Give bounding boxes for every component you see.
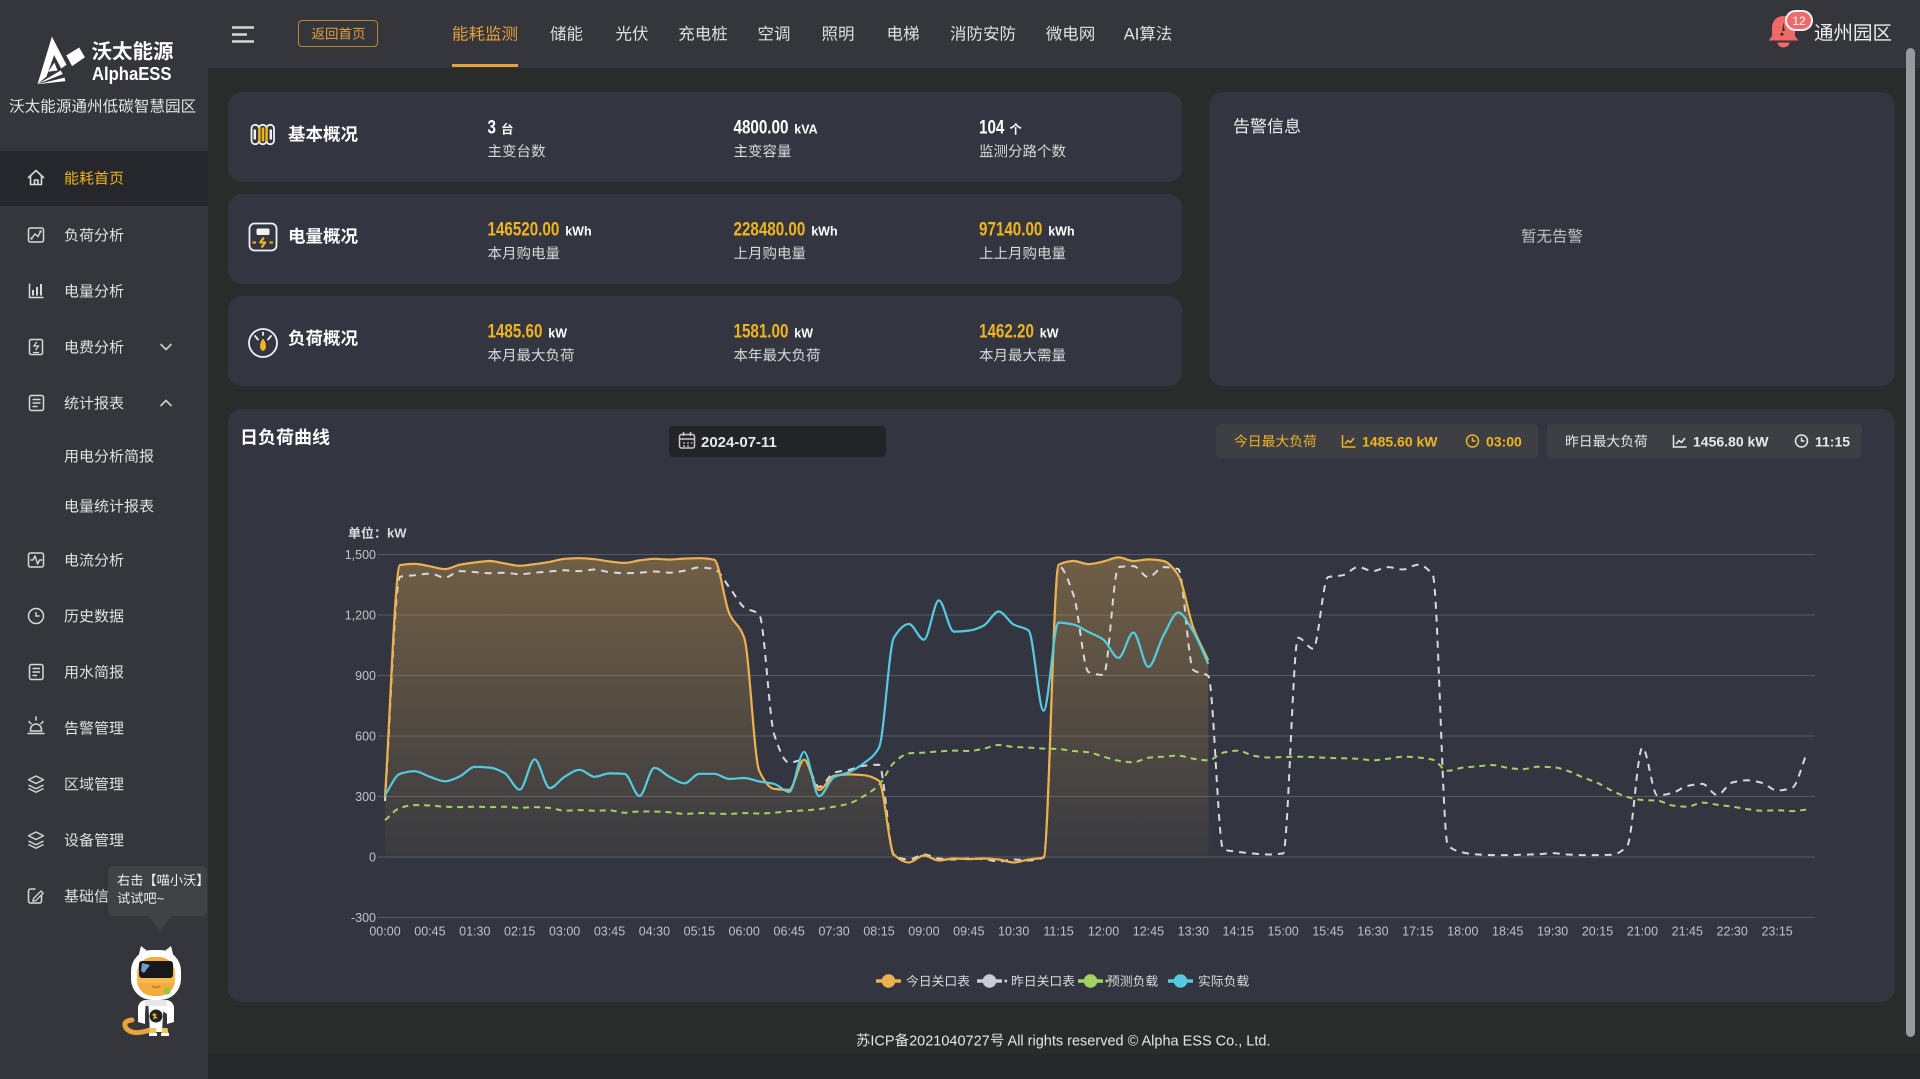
svg-text:07:30: 07:30 xyxy=(818,925,849,939)
svg-text:kWh: kWh xyxy=(1048,225,1074,239)
svg-text:19:30: 19:30 xyxy=(1537,925,1568,939)
svg-text:kW: kW xyxy=(794,327,813,341)
svg-text:10:30: 10:30 xyxy=(998,925,1029,939)
svg-text:12: 12 xyxy=(1792,14,1806,28)
svg-text:06:45: 06:45 xyxy=(774,925,805,939)
svg-text:04:30: 04:30 xyxy=(639,925,670,939)
svg-text:14:15: 14:15 xyxy=(1223,925,1254,939)
svg-text:146520.00: 146520.00 xyxy=(488,218,560,240)
svg-text:kVA: kVA xyxy=(794,123,817,137)
svg-text:104: 104 xyxy=(979,116,1005,138)
svg-text:13:30: 13:30 xyxy=(1178,925,1209,939)
svg-text:ICP: ICP xyxy=(870,1033,894,1049)
svg-text:1485.60: 1485.60 xyxy=(488,320,543,342)
svg-text:06:00: 06:00 xyxy=(729,925,760,939)
svg-text:1485.60 kW: 1485.60 kW xyxy=(1362,434,1438,450)
svg-text:2024-07-11: 2024-07-11 xyxy=(701,434,777,451)
svg-text:-300: -300 xyxy=(351,911,376,925)
svg-text:0: 0 xyxy=(369,851,376,865)
svg-text:12:45: 12:45 xyxy=(1133,925,1164,939)
svg-text:11:15: 11:15 xyxy=(1043,925,1073,939)
svg-text:AlphaESS: AlphaESS xyxy=(92,63,172,84)
svg-text:15:45: 15:45 xyxy=(1312,925,1343,939)
svg-text:1462.20: 1462.20 xyxy=(979,320,1034,342)
svg-text:03:00: 03:00 xyxy=(549,925,580,939)
svg-text:18:00: 18:00 xyxy=(1447,925,1478,939)
svg-text:AI: AI xyxy=(1124,26,1140,44)
svg-text:22:30: 22:30 xyxy=(1717,925,1748,939)
svg-text:1456.80 kW: 1456.80 kW xyxy=(1693,434,1769,450)
svg-text:~: ~ xyxy=(157,891,165,906)
svg-text:23:15: 23:15 xyxy=(1761,925,1792,939)
svg-text:1,200: 1,200 xyxy=(345,609,376,623)
svg-text:kW: kW xyxy=(387,526,407,541)
svg-text:12:00: 12:00 xyxy=(1088,925,1119,939)
svg-text:97140.00: 97140.00 xyxy=(979,218,1042,240)
svg-text:1,500: 1,500 xyxy=(345,548,376,562)
svg-text:3: 3 xyxy=(488,116,496,138)
svg-text:600: 600 xyxy=(355,730,376,744)
svg-text:2021040727: 2021040727 xyxy=(909,1033,990,1049)
svg-text:300: 300 xyxy=(355,790,376,804)
svg-text:00:00: 00:00 xyxy=(369,925,400,939)
svg-text:All rights reserved © Alpha ES: All rights reserved © Alpha ESS Co., Ltd… xyxy=(1004,1033,1270,1049)
svg-text:18:45: 18:45 xyxy=(1492,925,1523,939)
svg-text:05:15: 05:15 xyxy=(684,925,715,939)
svg-text:kW: kW xyxy=(1040,327,1059,341)
svg-text:kWh: kWh xyxy=(565,225,591,239)
svg-text:09:00: 09:00 xyxy=(908,925,939,939)
svg-text:11:15: 11:15 xyxy=(1815,434,1850,450)
svg-text:15:00: 15:00 xyxy=(1267,925,1298,939)
svg-text:00:45: 00:45 xyxy=(414,925,445,939)
svg-text:1581.00: 1581.00 xyxy=(734,320,789,342)
svg-text:03:45: 03:45 xyxy=(594,925,625,939)
svg-text:02:15: 02:15 xyxy=(504,925,535,939)
svg-text:03:00: 03:00 xyxy=(1486,434,1522,450)
svg-text:01:30: 01:30 xyxy=(459,925,490,939)
svg-text:21:00: 21:00 xyxy=(1627,925,1658,939)
svg-text:16:30: 16:30 xyxy=(1357,925,1388,939)
svg-text:228480.00: 228480.00 xyxy=(734,218,806,240)
svg-text:17:15: 17:15 xyxy=(1402,925,1433,939)
svg-text:09:45: 09:45 xyxy=(953,925,984,939)
svg-text:20:15: 20:15 xyxy=(1582,925,1613,939)
svg-text:21:45: 21:45 xyxy=(1672,925,1703,939)
svg-text:kW: kW xyxy=(548,327,567,341)
svg-text:kWh: kWh xyxy=(811,225,837,239)
svg-text:900: 900 xyxy=(355,669,376,683)
svg-text:4800.00: 4800.00 xyxy=(734,116,789,138)
svg-text:08:15: 08:15 xyxy=(863,925,894,939)
